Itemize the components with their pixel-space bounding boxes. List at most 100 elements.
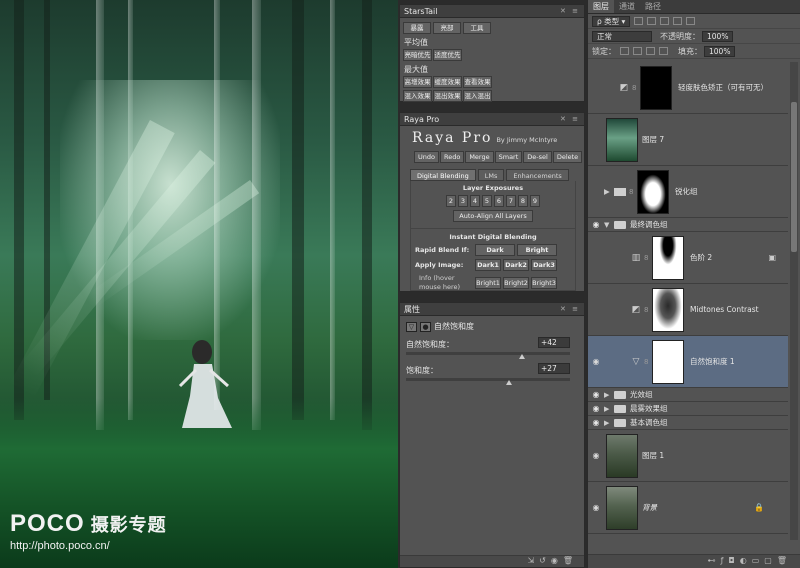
apply-bright1-button[interactable]: Bright1 (475, 277, 501, 289)
new-layer-icon[interactable]: ▢ (764, 556, 777, 565)
stars-btn[interactable]: 查看效果 (463, 76, 492, 88)
visibility-eye-icon[interactable]: ◉ (588, 503, 604, 512)
stars-btn[interactable]: 缓度效果 (433, 76, 462, 88)
rapid-bright-button[interactable]: Bright (517, 244, 557, 256)
stars-tab-highlight[interactable]: 亮部 (433, 22, 461, 34)
panel-menu-icon[interactable]: ✕ ≡ (560, 113, 580, 126)
clip-icon[interactable]: ⇲ (527, 556, 539, 565)
visibility-eye-icon[interactable]: ◉ (588, 451, 604, 460)
saturation-slider-handle[interactable] (506, 380, 513, 385)
stars-btn[interactable]: 适度优先 (433, 49, 462, 61)
exposure-4-button[interactable]: 4 (470, 195, 480, 207)
panel-menu-icon[interactable]: ✕ ≡ (560, 303, 580, 316)
group-row[interactable]: ◉ ▶ 基本调色组 (588, 416, 788, 430)
apply-dark2-button[interactable]: Dark2 (503, 259, 529, 271)
group-row[interactable]: ◉ ▶ 晨雾效果组 (588, 402, 788, 416)
lock-pixels-icon[interactable] (633, 47, 642, 55)
smart-button[interactable]: Smart (494, 151, 523, 163)
visibility-eye-icon[interactable]: ◉ (588, 220, 604, 229)
merge-button[interactable]: Merge (465, 151, 494, 163)
expand-arrow-icon[interactable]: ▶ (604, 391, 614, 399)
blend-mode-select[interactable]: 正常 (592, 30, 652, 42)
tab-paths[interactable]: 路径 (640, 0, 666, 13)
vibrance-slider-track[interactable] (406, 352, 570, 355)
tab-digital-blending[interactable]: Digital Blending (410, 169, 476, 181)
opacity-input[interactable]: 100% (702, 30, 734, 42)
reset-icon[interactable]: ↺ (539, 556, 551, 565)
tab-channels[interactable]: 通道 (614, 0, 640, 13)
adjustment-layer-icon[interactable]: ◐ (740, 556, 752, 565)
exposure-5-button[interactable]: 5 (482, 195, 492, 207)
collapse-arrow-icon[interactable]: ▼ (604, 221, 614, 229)
undo-button[interactable]: Undo (414, 151, 439, 163)
mask-icon[interactable]: ● (420, 321, 431, 332)
exposure-8-button[interactable]: 8 (518, 195, 528, 207)
exposure-3-button[interactable]: 3 (458, 195, 468, 207)
exposure-7-button[interactable]: 7 (506, 195, 516, 207)
stars-btn[interactable]: 亮暗优先 (403, 49, 432, 61)
layers-scrollbar[interactable] (790, 62, 798, 540)
layer-row[interactable]: ▥ 8 色阶 2 ▣ (588, 232, 788, 284)
group-row[interactable]: ◉ ▶ 光效组 (588, 388, 788, 402)
expand-arrow-icon[interactable]: ▶ (604, 405, 614, 413)
visibility-eye-icon[interactable]: ◉ (588, 357, 604, 366)
vibrance-input[interactable]: +42 (538, 337, 570, 348)
expand-arrow-icon[interactable]: ▶ (604, 419, 614, 427)
layer-row[interactable]: ▶ 8 锐化组 (588, 166, 788, 218)
redo-button[interactable]: Redo (439, 151, 465, 163)
saturation-slider-track[interactable] (406, 378, 570, 381)
apply-bright2-button[interactable]: Bright2 (503, 277, 529, 289)
layer-row[interactable]: ◩ 8 轻度肤色矫正（可有可无） (588, 62, 788, 114)
visibility-eye-icon[interactable]: ◉ (588, 418, 604, 427)
panel-title[interactable]: Raya Pro ✕ ≡ (400, 113, 584, 126)
visibility-eye-icon[interactable]: ◉ (588, 404, 604, 413)
apply-dark1-button[interactable]: Dark1 (475, 259, 501, 271)
fill-input[interactable]: 100% (704, 45, 736, 57)
exposure-9-button[interactable]: 9 (530, 195, 540, 207)
rapid-dark-button[interactable]: Dark (475, 244, 515, 256)
exposure-2-button[interactable]: 2 (446, 195, 456, 207)
trash-icon[interactable]: 🗑 (563, 556, 578, 565)
stars-tab-exposure[interactable]: 暴露 (403, 22, 431, 34)
deselect-button[interactable]: De-sel (523, 151, 552, 163)
visibility-icon[interactable]: ◉ (551, 556, 563, 565)
apply-bright3-button[interactable]: Bright3 (531, 277, 557, 289)
new-group-icon[interactable]: ▭ (752, 556, 765, 565)
stars-btn[interactable]: 高增效果 (403, 76, 432, 88)
saturation-input[interactable]: +27 (538, 363, 570, 374)
filter-select[interactable]: ρ 类型 ▾ (592, 15, 631, 27)
filter-type-icon[interactable] (660, 17, 670, 25)
stars-btn[interactable]: 混入效果 (403, 90, 432, 102)
lock-all-icon[interactable] (659, 47, 668, 55)
layer-row[interactable]: ◩ 8 Midtones Contrast (588, 284, 788, 336)
tab-lms[interactable]: LMs (477, 169, 505, 181)
lock-position-icon[interactable] (646, 47, 655, 55)
filter-smart-icon[interactable] (686, 17, 696, 25)
visibility-eye-icon[interactable]: ◉ (588, 390, 604, 399)
delete-button[interactable]: Delete (552, 151, 583, 163)
exposure-6-button[interactable]: 6 (494, 195, 504, 207)
link-layers-icon[interactable]: ⊷ (708, 556, 721, 565)
panel-title[interactable]: StarsTail ✕ ≡ (400, 5, 584, 18)
tab-enhancements[interactable]: Enhancements (506, 169, 569, 181)
layer-row[interactable]: 图层 7 (588, 114, 788, 166)
filter-adjust-icon[interactable] (647, 17, 657, 25)
layer-row[interactable]: ◉ 背景 🔒 (588, 482, 788, 534)
canvas-photo[interactable]: POCO 摄影专题 http://photo.poco.cn/ (0, 0, 398, 568)
scrollbar-thumb[interactable] (791, 102, 797, 252)
tab-layers[interactable]: 图层 (588, 0, 614, 13)
panel-menu-icon[interactable]: ✕ ≡ (560, 5, 580, 18)
expand-arrow-icon[interactable]: ▶ (604, 187, 614, 196)
filter-shape-icon[interactable] (673, 17, 683, 25)
layer-row[interactable]: ◉ 图层 1 (588, 430, 788, 482)
info-hover[interactable]: Info (hover mouse here) (415, 274, 475, 292)
stars-btn[interactable]: 混入混出 (463, 90, 492, 102)
filter-pixel-icon[interactable] (634, 17, 644, 25)
stars-tab-tools[interactable]: 工具 (463, 22, 491, 34)
trash-icon[interactable]: 🗑 (777, 556, 792, 565)
group-row[interactable]: ◉ ▼ 最终调色组 (588, 218, 788, 232)
lock-transparent-icon[interactable] (620, 47, 629, 55)
layer-row-selected[interactable]: ◉ ▽ 8 自然饱和度 1 (588, 336, 788, 388)
panel-title[interactable]: 属性 ✕ ≡ (400, 303, 584, 316)
add-mask-icon[interactable]: ◘ (728, 556, 739, 565)
